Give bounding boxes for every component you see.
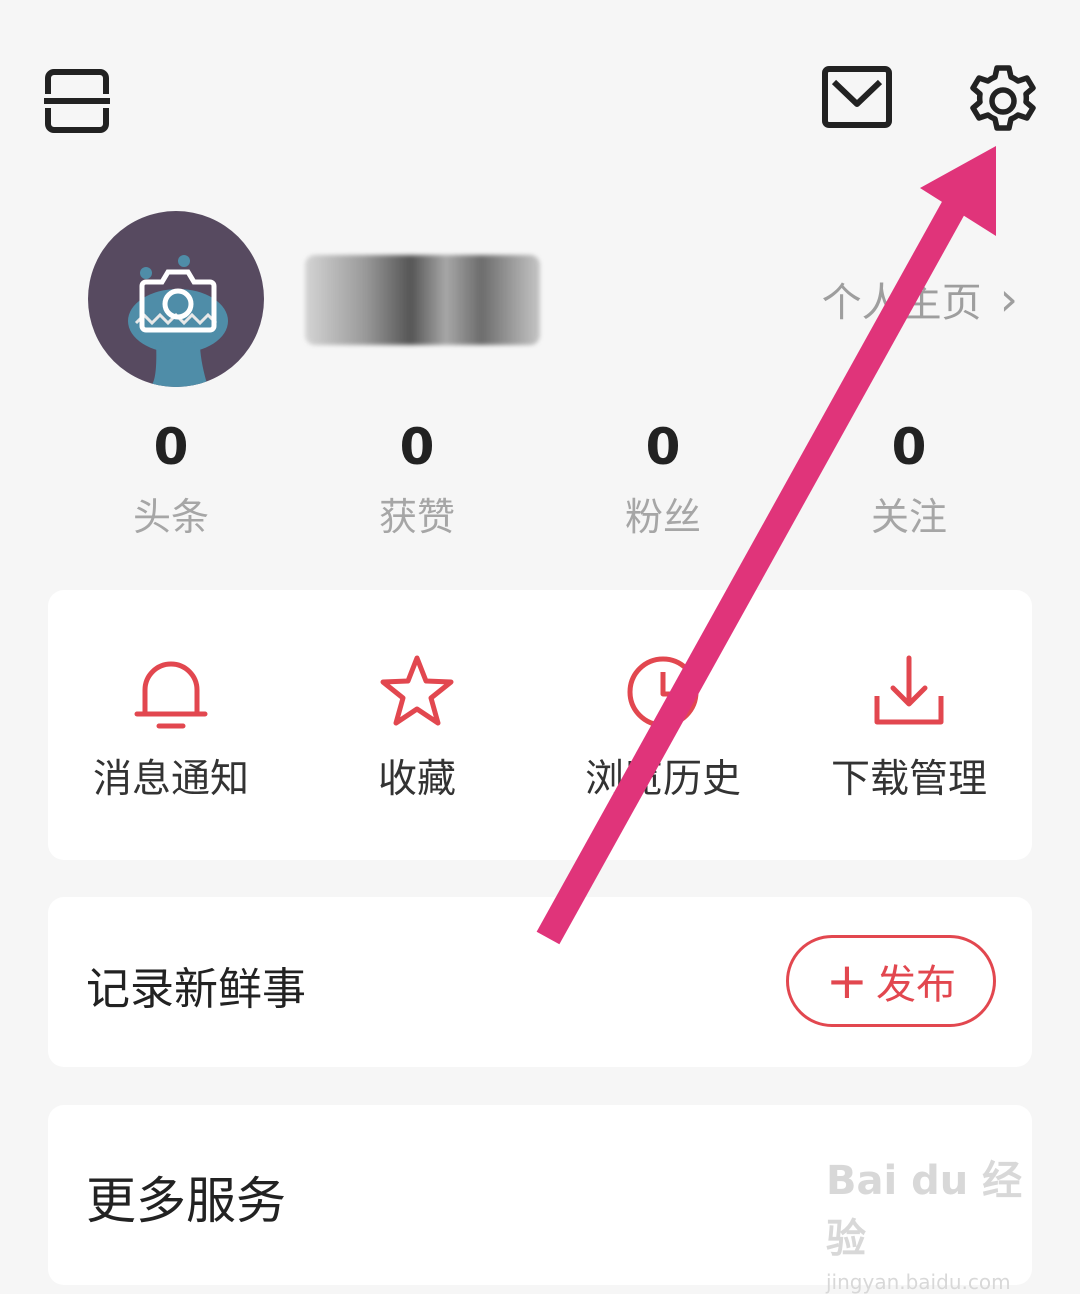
annotation-arrow (536, 146, 996, 945)
watermark-url: jingyan.baidu.com (826, 1270, 1011, 1294)
